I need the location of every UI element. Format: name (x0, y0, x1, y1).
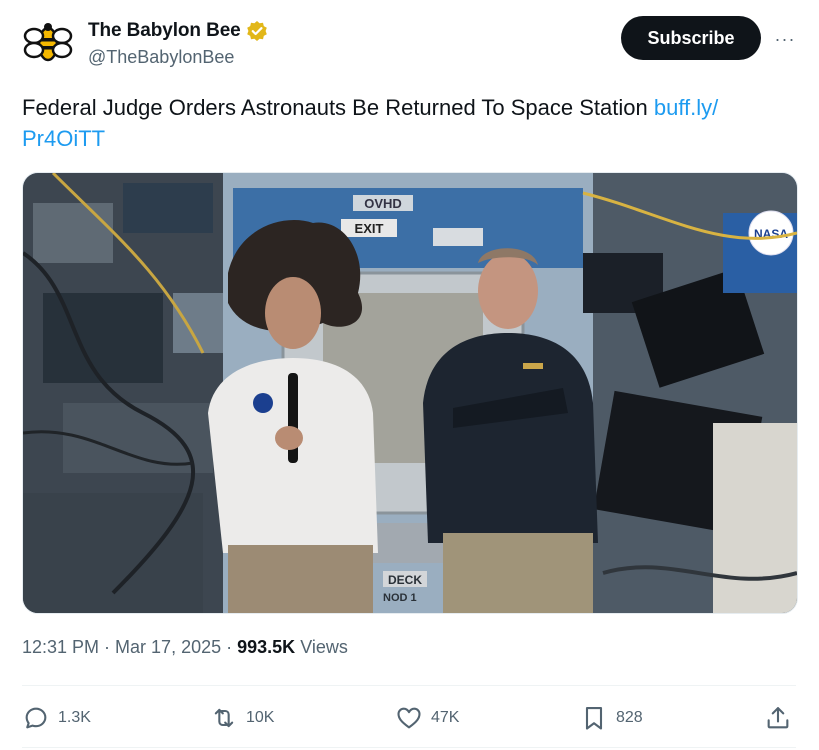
repost-count: 10K (246, 709, 275, 726)
repost-icon (214, 708, 234, 728)
views-label: Views (300, 637, 348, 657)
babylon-bee-logo-icon (23, 17, 73, 67)
exit-sign: EXIT (355, 221, 384, 236)
bookmark-icon (585, 707, 603, 730)
reply-button[interactable]: 1.3K (22, 700, 91, 736)
verified-badge-icon[interactable] (246, 20, 268, 42)
meta-separator: · (99, 637, 116, 657)
nod-sign: NOD 1 (383, 592, 417, 604)
display-name[interactable]: The Babylon Bee (88, 20, 241, 42)
tweet-actions: 1.3K 10K 47K 828 (22, 700, 796, 736)
avatar[interactable] (22, 16, 74, 68)
tweet-time[interactable]: 12:31 PM (22, 637, 99, 657)
account-names: The Babylon Bee @TheBabylonBee (88, 18, 268, 68)
views-count: 993.5K (237, 637, 296, 657)
divider (22, 685, 796, 686)
tweet-meta: 12:31 PM · Mar 17, 2025 · 993.5K Views (22, 637, 348, 658)
deck-sign: DECK (388, 573, 422, 587)
tweet-header: The Babylon Bee @TheBabylonBee Subscribe… (22, 14, 800, 74)
account-handle[interactable]: @TheBabylonBee (88, 47, 268, 68)
bottom-divider (22, 747, 796, 748)
repost-button[interactable]: 10K (210, 700, 274, 736)
tweet-body: Federal Judge Orders Astronauts Be Retur… (22, 95, 654, 120)
like-button[interactable]: 47K (395, 700, 459, 736)
bookmark-button[interactable]: 828 (580, 700, 643, 736)
tweet-text: Federal Judge Orders Astronauts Be Retur… (22, 92, 792, 154)
more-options-icon[interactable]: ··· (772, 26, 798, 52)
tweet-media[interactable]: OVHD EXIT NASA DECK NOD 1 (22, 172, 798, 614)
meta-separator-2: · (221, 637, 238, 657)
subscribe-button[interactable]: Subscribe (621, 16, 761, 60)
astronaut-woman (208, 220, 378, 613)
share-icon (767, 707, 789, 729)
display-name-row: The Babylon Bee (88, 18, 268, 44)
reply-icon (25, 707, 47, 729)
bookmark-count: 828 (616, 709, 643, 726)
ovhd-sign: OVHD (364, 196, 402, 211)
heart-icon (397, 707, 421, 729)
like-count: 47K (431, 709, 460, 726)
reply-count: 1.3K (58, 709, 91, 726)
share-button[interactable] (764, 700, 800, 736)
tweet-date[interactable]: Mar 17, 2025 (115, 637, 221, 657)
astronauts-photo-icon: OVHD EXIT NASA DECK NOD 1 (23, 173, 797, 613)
